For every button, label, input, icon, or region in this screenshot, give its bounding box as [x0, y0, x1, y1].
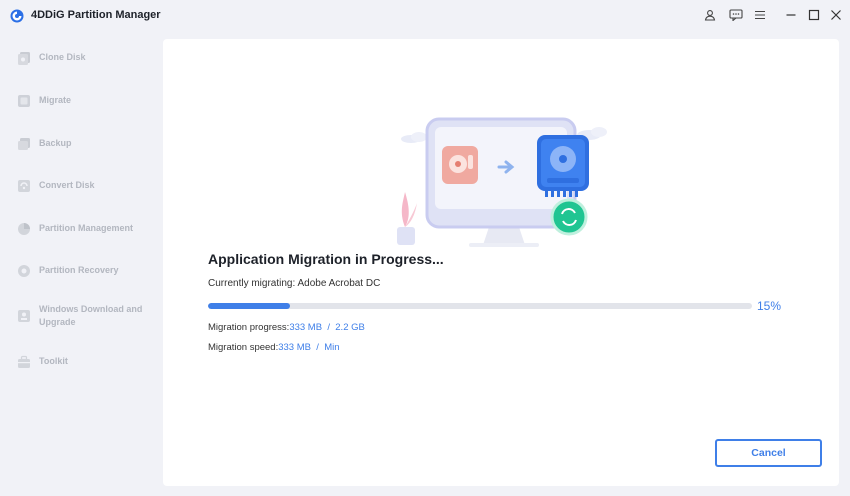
migration-progress-label: Migration progress:: [208, 322, 290, 333]
migration-progress-done: 333 MB: [289, 322, 323, 333]
menu-icon[interactable]: [752, 7, 768, 23]
migration-speed-value: 333 MB: [278, 342, 311, 353]
sidebar-item-label: Toolkit: [39, 356, 68, 366]
sidebar-item-clone-disk[interactable]: Clone Disk: [0, 50, 160, 66]
sidebar-item-label: Convert Disk: [39, 180, 95, 190]
migration-progress-bar: [208, 303, 752, 309]
page-title: Application Migration in Progress...: [208, 251, 444, 267]
sidebar-item-toolkit[interactable]: Toolkit: [0, 354, 160, 370]
partition-recovery-icon: [18, 265, 30, 277]
migration-progress-separator: /: [322, 322, 336, 333]
sidebar-item-partition-recovery[interactable]: Partition Recovery: [0, 263, 160, 279]
clone-disk-icon: [18, 52, 30, 65]
sidebar-item-label: Migrate: [39, 95, 72, 105]
migration-progress-fill: [208, 303, 290, 309]
migration-speed-unit: Min: [324, 342, 340, 353]
app-title: 4DDiG Partition Manager: [31, 9, 161, 21]
sidebar-item-label: Partition Management: [39, 223, 134, 233]
migration-progress-line: Migration progress:333 MB / 2.2 GB: [208, 322, 365, 333]
main-panel: Application Migration in Progress... Cur…: [163, 39, 839, 486]
convert-disk-icon: [18, 180, 30, 192]
migration-speed-separator: /: [310, 342, 325, 353]
current-migrating-text: Currently migrating: Adobe Acrobat DC: [208, 278, 380, 289]
sidebar-item-label: Windows Download and Upgrade: [39, 304, 143, 327]
partition-management-icon: [18, 223, 30, 235]
sidebar-item-label: Clone Disk: [39, 52, 86, 62]
windows-download-icon: [18, 310, 30, 322]
migration-illustration: [397, 117, 607, 247]
user-icon[interactable]: [702, 7, 718, 23]
cancel-button[interactable]: Cancel: [715, 439, 822, 467]
migration-speed-line: Migration speed:333 MB / Min: [208, 342, 340, 353]
sidebar-item-migrate[interactable]: Migrate: [0, 93, 160, 109]
progress-percent: 15%: [757, 299, 782, 313]
toolkit-icon: [18, 355, 30, 368]
maximize-icon[interactable]: [806, 7, 822, 23]
title-bar: 4DDiG Partition Manager: [0, 0, 850, 32]
close-icon[interactable]: [828, 7, 844, 23]
minimize-icon[interactable]: [783, 7, 799, 23]
migration-speed-label: Migration speed:: [208, 342, 279, 353]
sidebar-item-backup[interactable]: Backup: [0, 136, 160, 152]
sidebar-item-convert-disk[interactable]: Convert Disk: [0, 178, 160, 194]
current-migrating-label: Currently migrating:: [208, 278, 298, 289]
backup-icon: [18, 138, 30, 150]
migrate-icon: [18, 95, 30, 107]
migration-progress-total: 2.2 GB: [335, 322, 365, 333]
feedback-icon[interactable]: [728, 7, 744, 23]
sidebar-item-partition-management[interactable]: Partition Management: [0, 221, 160, 237]
sidebar: Clone Disk Migrate Backup Convert Disk P…: [0, 36, 160, 496]
current-migrating-app: Adobe Acrobat DC: [297, 278, 381, 289]
sidebar-item-label: Partition Recovery: [39, 265, 119, 275]
app-logo-icon: [10, 9, 24, 23]
sidebar-item-label: Backup: [39, 138, 72, 148]
sidebar-item-windows-download[interactable]: Windows Download and Upgrade: [0, 302, 160, 330]
